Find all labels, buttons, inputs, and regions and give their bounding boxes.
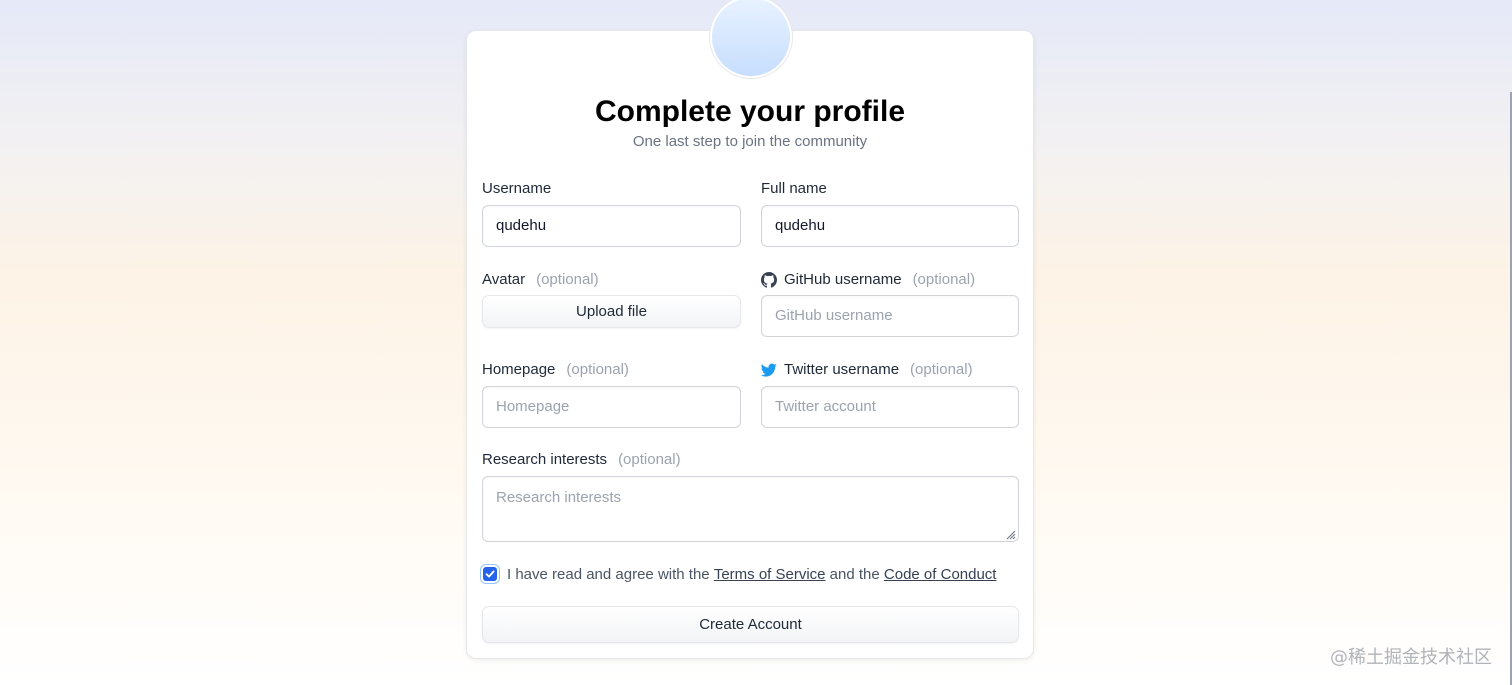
username-input[interactable]: qudehu <box>482 205 741 247</box>
agree-checkbox[interactable] <box>483 567 497 581</box>
page-title: Complete your profile <box>594 95 906 128</box>
resize-handle-icon[interactable] <box>1004 527 1016 540</box>
username-label: Username <box>482 180 552 197</box>
research-interests-textarea[interactable]: Research interests <box>482 476 1019 542</box>
optional-hint: (optional) <box>536 271 599 288</box>
twitter-label: Twitter username (optional) <box>760 360 973 380</box>
code-of-conduct-link[interactable]: Code of Conduct <box>884 566 997 583</box>
avatar-label: Avatar (optional) <box>482 271 599 288</box>
page-subtitle: One last step to join the community <box>632 133 868 150</box>
agreement-row: I have read and agree with the Terms of … <box>482 564 996 584</box>
create-account-button[interactable]: Create Account <box>482 606 1019 643</box>
optional-hint: (optional) <box>910 361 973 378</box>
watermark: @稀土掘金技术社区 <box>1330 647 1492 668</box>
github-icon <box>761 272 777 288</box>
optional-hint: (optional) <box>912 271 976 288</box>
github-label: GitHub username (optional) <box>761 270 975 290</box>
agreement-text: I have read and agree with the <box>507 565 714 583</box>
twitter-account-input[interactable]: Twitter account <box>761 386 1019 428</box>
research-interests-label: Research interests (optional) <box>482 451 681 468</box>
github-username-input[interactable]: GitHub username <box>761 295 1019 337</box>
full-name-label: Full name <box>761 180 827 197</box>
optional-hint: (optional) <box>618 451 681 468</box>
scrollbar[interactable] <box>1508 92 1512 685</box>
homepage-input[interactable]: Homepage <box>482 386 741 428</box>
terms-of-service-link[interactable]: Terms of Service <box>714 566 826 583</box>
upload-file-button[interactable]: Upload file <box>482 295 741 328</box>
checkmark-icon <box>485 570 495 578</box>
agreement-text-middle: and the <box>825 565 884 583</box>
research-interests-placeholder: Research interests <box>496 489 622 506</box>
full-name-input[interactable]: qudehu <box>761 205 1019 247</box>
twitter-icon <box>760 362 777 378</box>
optional-hint: (optional) <box>566 361 629 378</box>
homepage-label: Homepage (optional) <box>482 361 629 378</box>
